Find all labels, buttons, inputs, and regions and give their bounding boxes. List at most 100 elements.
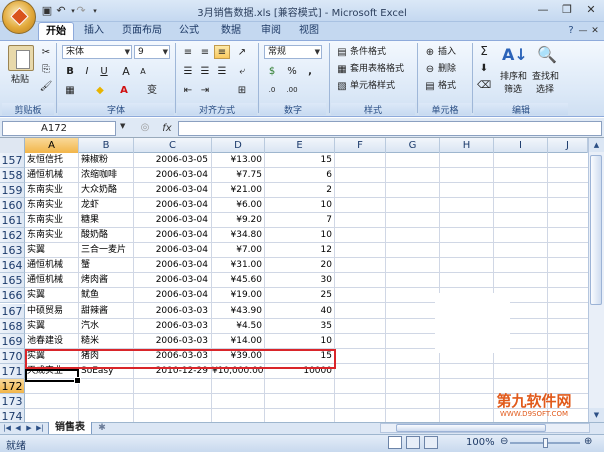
close-icon[interactable]: ✕	[580, 2, 602, 18]
cell-D157[interactable]: ¥13.00	[212, 153, 265, 168]
align-right-icon[interactable]: ☰	[214, 64, 230, 78]
office-button[interactable]	[2, 0, 36, 34]
copy-icon[interactable]: ⎘	[38, 62, 54, 76]
font-name-combo[interactable]: 宋体 ▼	[62, 45, 132, 59]
cell-E164[interactable]: 20	[265, 258, 335, 273]
align-left-icon[interactable]: ☰	[180, 64, 196, 78]
row-header-172[interactable]: 172	[0, 379, 25, 394]
insert-cells-button[interactable]: 插入	[438, 46, 456, 58]
cell-D161[interactable]: ¥9.20	[212, 213, 265, 228]
increase-decimal-icon[interactable]: .0	[264, 83, 280, 97]
cell-A169[interactable]: 池春建设	[27, 334, 79, 349]
cell-B173[interactable]	[81, 394, 134, 409]
cell-C169[interactable]: 2006-03-03	[134, 334, 212, 349]
expand-formula-icon[interactable]: ◎	[138, 120, 152, 136]
cell-B165[interactable]: 烤肉酱	[81, 273, 134, 288]
cell-A160[interactable]: 东南实业	[27, 198, 79, 213]
cell-E167[interactable]: 40	[265, 304, 335, 319]
cell-C165[interactable]: 2006-03-04	[134, 273, 212, 288]
cell-C164[interactable]: 2006-03-04	[134, 258, 212, 273]
tab-insert[interactable]: 插入	[78, 22, 110, 40]
grow-font-icon[interactable]: A	[118, 64, 134, 78]
cell-A165[interactable]: 通恒机械	[27, 273, 79, 288]
cell-E161[interactable]: 7	[265, 213, 335, 228]
orientation-icon[interactable]: ↗	[234, 45, 250, 59]
next-sheet-icon[interactable]: ▶	[24, 422, 34, 434]
select-all-corner[interactable]	[0, 138, 25, 153]
row-header-168[interactable]: 168	[0, 319, 25, 334]
tab-home[interactable]: 开始	[38, 22, 74, 40]
formula-input[interactable]	[178, 121, 602, 136]
name-box-dropdown-icon[interactable]: ▼	[120, 122, 125, 130]
column-header-A[interactable]: A	[25, 138, 79, 153]
cell-B168[interactable]: 汽水	[81, 319, 134, 334]
cell-D163[interactable]: ¥7.00	[212, 243, 265, 258]
row-header-170[interactable]: 170	[0, 349, 25, 364]
cell-B172[interactable]	[81, 379, 134, 394]
cell-styles-icon[interactable]: ▧	[334, 79, 350, 93]
cell-E157[interactable]: 15	[265, 153, 335, 168]
row-header-159[interactable]: 159	[0, 183, 25, 198]
currency-icon[interactable]: $	[264, 64, 280, 78]
tab-view[interactable]: 视图	[294, 22, 324, 40]
row-header-161[interactable]: 161	[0, 213, 25, 228]
cell-D168[interactable]: ¥4.50	[212, 319, 265, 334]
maximize-icon[interactable]: ❐	[556, 2, 578, 18]
workbook-close-icon[interactable]: ✕	[584, 23, 604, 39]
row-header-157[interactable]: 157	[0, 153, 25, 168]
prev-sheet-icon[interactable]: ◀	[13, 422, 23, 434]
paste-button-label[interactable]: 粘贴	[11, 74, 29, 86]
cell-B157[interactable]: 辣椒粉	[81, 153, 134, 168]
fill-color-icon[interactable]: ◆	[92, 83, 108, 97]
cell-C173[interactable]	[134, 394, 212, 409]
tab-formulas[interactable]: 公式	[172, 22, 206, 40]
cell-C160[interactable]: 2006-03-04	[134, 198, 212, 213]
clear-icon[interactable]: ⌫	[476, 78, 492, 92]
cell-A157[interactable]: 友恒信托	[27, 153, 79, 168]
column-header-J[interactable]: J	[548, 138, 588, 153]
cell-D167[interactable]: ¥43.90	[212, 304, 265, 319]
cell-C158[interactable]: 2006-03-04	[134, 168, 212, 183]
sort-filter-icon[interactable]: A↓	[502, 44, 528, 66]
paste-icon[interactable]	[8, 45, 34, 71]
sort-filter-label-line2[interactable]: 筛选	[504, 84, 522, 96]
cut-icon[interactable]: ✂	[38, 45, 54, 59]
cell-E165[interactable]: 30	[265, 273, 335, 288]
cell-E168[interactable]: 35	[265, 319, 335, 334]
cell-B161[interactable]: 糖果	[81, 213, 134, 228]
cell-D159[interactable]: ¥21.00	[212, 183, 265, 198]
first-sheet-icon[interactable]: |◀	[2, 422, 12, 434]
cell-C167[interactable]: 2006-03-03	[134, 304, 212, 319]
cell-B159[interactable]: 大众奶酪	[81, 183, 134, 198]
comma-style-icon[interactable]: ,	[302, 64, 318, 78]
wrap-text-icon[interactable]: ⤶	[234, 64, 250, 78]
cell-D165[interactable]: ¥45.60	[212, 273, 265, 288]
row-header-160[interactable]: 160	[0, 198, 25, 213]
format-cells-icon[interactable]: ▤	[422, 79, 438, 93]
format-table-icon[interactable]: ▦	[334, 62, 350, 76]
cell-E173[interactable]	[265, 394, 335, 409]
conditional-format-button[interactable]: 条件格式	[350, 46, 386, 58]
cell-C159[interactable]: 2006-03-04	[134, 183, 212, 198]
decrease-indent-icon[interactable]: ⇤	[180, 83, 196, 97]
row-header-164[interactable]: 164	[0, 258, 25, 273]
number-format-combo[interactable]: 常规 ▼	[264, 45, 322, 59]
cell-A161[interactable]: 东南实业	[27, 213, 79, 228]
row-header-162[interactable]: 162	[0, 228, 25, 243]
zoom-slider-thumb[interactable]	[543, 438, 548, 448]
cell-E166[interactable]: 25	[265, 288, 335, 303]
phonetic-icon[interactable]: 变	[144, 83, 160, 97]
name-box[interactable]: A172	[2, 121, 116, 136]
align-bottom-icon[interactable]: ≡	[214, 45, 230, 59]
border-icon[interactable]: ▦	[62, 83, 78, 97]
column-header-B[interactable]: B	[79, 138, 134, 153]
align-top-icon[interactable]: ≡	[180, 45, 196, 59]
column-header-H[interactable]: H	[440, 138, 494, 153]
tab-data[interactable]: 数据	[214, 22, 248, 40]
format-painter-icon[interactable]: 🖌	[38, 79, 54, 93]
align-center-icon[interactable]: ☰	[197, 64, 213, 78]
cell-D166[interactable]: ¥19.00	[212, 288, 265, 303]
format-as-table-button[interactable]: 套用表格格式	[350, 63, 404, 75]
cell-D158[interactable]: ¥7.75	[212, 168, 265, 183]
row-header-169[interactable]: 169	[0, 334, 25, 349]
